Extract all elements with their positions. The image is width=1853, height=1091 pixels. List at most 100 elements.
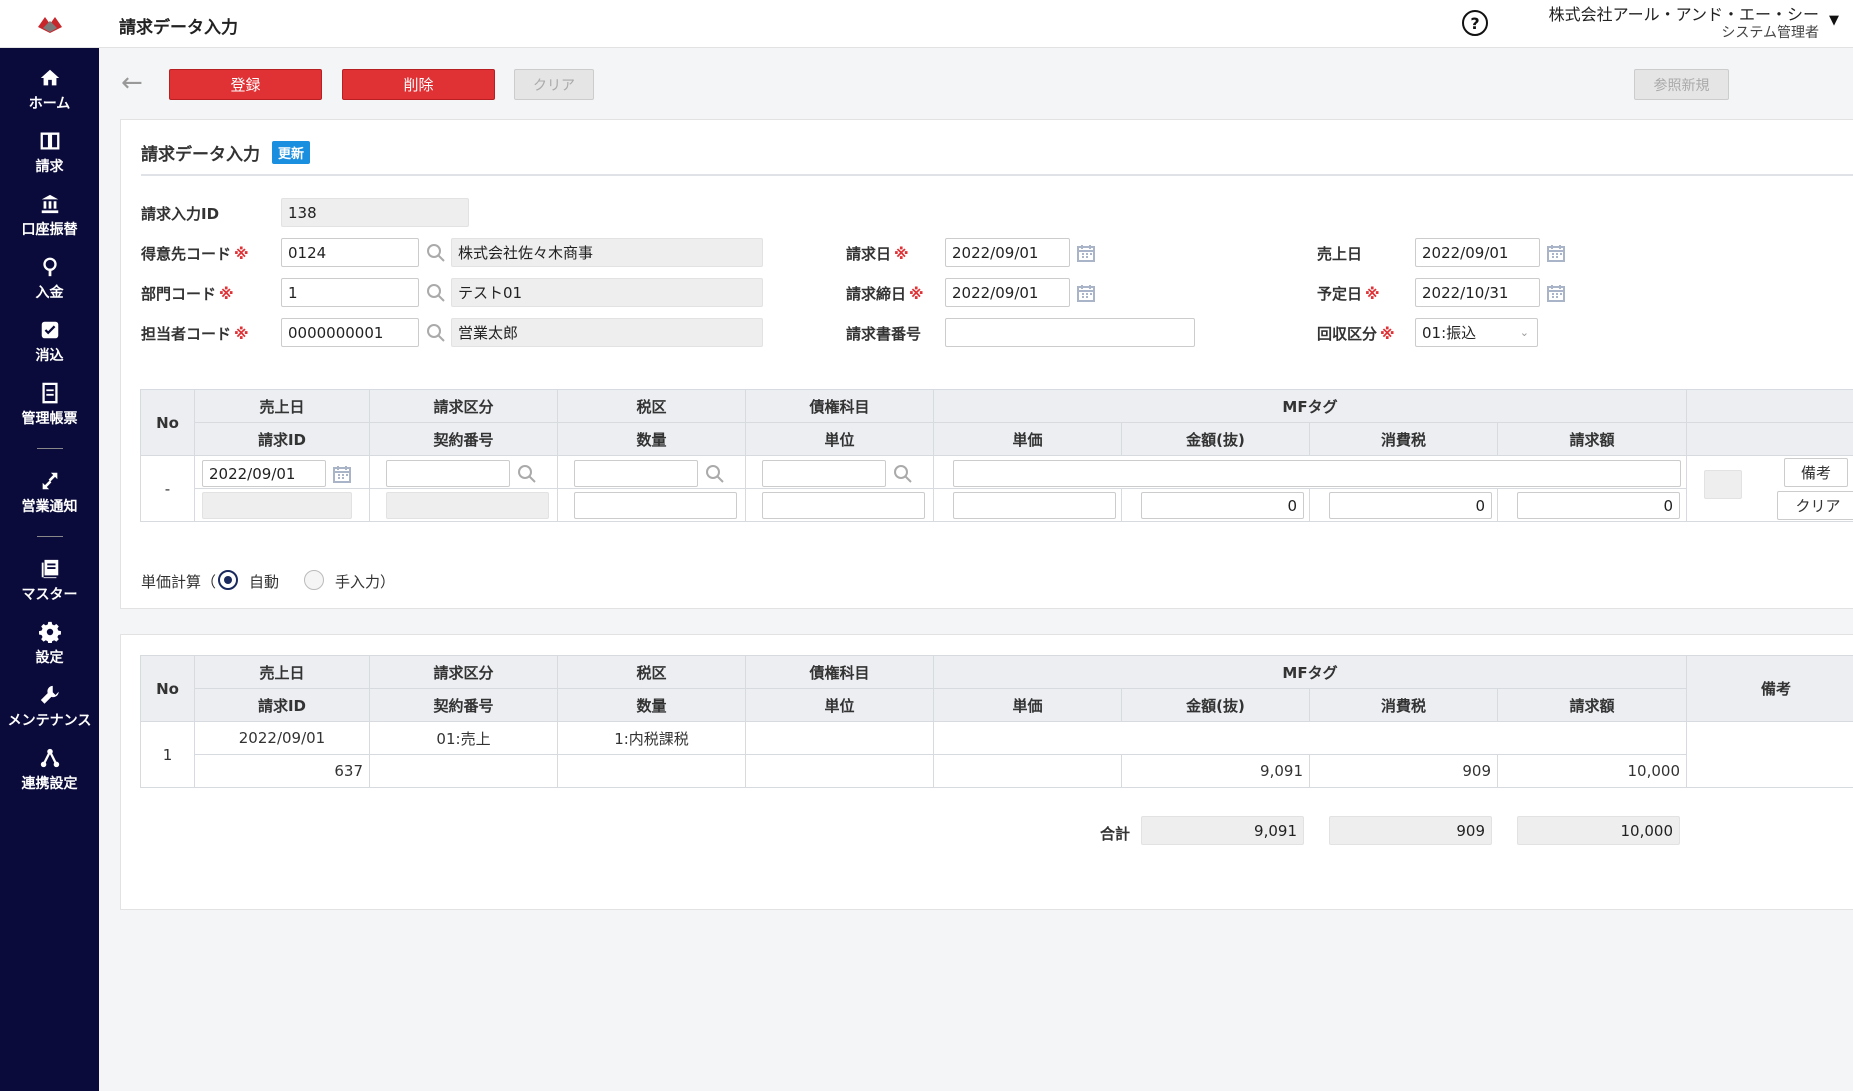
price-calc-label: 単価計算（: [141, 573, 217, 591]
logo-icon: [37, 16, 62, 33]
dept-code-input[interactable]: 1: [281, 278, 419, 307]
entry-account-input[interactable]: [762, 460, 886, 487]
nav-reconcile-label: 消込: [35, 347, 64, 364]
collection-label-text: 回収区分: [1317, 325, 1378, 343]
invoice-no-input[interactable]: [945, 318, 1195, 347]
price-calc-manual-label: 手入力）: [335, 573, 396, 591]
due-date-input[interactable]: 2022/10/31: [1415, 278, 1540, 307]
required-mark: ※: [234, 245, 249, 263]
invoice-date-label: 請求日 ※: [846, 243, 909, 264]
delete-button[interactable]: 削除: [342, 69, 495, 100]
col-tax-type: 税区: [557, 655, 746, 689]
entry-unit-price-input[interactable]: [953, 492, 1116, 519]
row-contract-no[interactable]: [369, 754, 558, 788]
entry-billing-type-input[interactable]: [386, 460, 510, 487]
invoice-date-input[interactable]: 2022/09/01: [945, 238, 1070, 267]
row-invoice-id[interactable]: 637: [194, 754, 370, 788]
row-unit-price[interactable]: [933, 754, 1122, 788]
row-account[interactable]: [745, 721, 934, 755]
lines-panel: No 売上日 請求区分 税区 債権科目 MFタグ 備考 請求ID 契約番号 数量…: [120, 634, 1853, 910]
entry-tax-type-input[interactable]: [574, 460, 698, 487]
calendar-icon[interactable]: [1546, 283, 1566, 303]
row-tax[interactable]: 909: [1309, 754, 1498, 788]
nav-invoice[interactable]: 請求: [0, 121, 99, 184]
copy-new-button[interactable]: 参照新規: [1634, 69, 1729, 100]
calendar-icon[interactable]: [332, 464, 352, 484]
nav-settings[interactable]: 設定: [0, 612, 99, 675]
action-toolbar: ← 登録 削除 クリア 参照新規: [99, 48, 1853, 118]
register-button[interactable]: 登録: [169, 69, 322, 100]
help-icon[interactable]: ?: [1462, 10, 1488, 36]
col-qty: 数量: [557, 688, 746, 722]
nav-deposit[interactable]: 入金: [0, 247, 99, 310]
nav-settings-label: 設定: [35, 649, 64, 666]
col-sales-date: 売上日: [194, 655, 370, 689]
entry-sales-date-input[interactable]: 2022/09/01: [202, 460, 326, 487]
calendar-icon[interactable]: [1546, 243, 1566, 263]
col-amount: 金額(抜): [1121, 688, 1310, 722]
nav-reconcile[interactable]: 消込: [0, 310, 99, 373]
row-billing-type[interactable]: 01:売上: [369, 721, 558, 755]
entry-mf-tag-input[interactable]: [953, 460, 1681, 487]
nav-invoice-label: 請求: [35, 158, 64, 175]
entry-total-input[interactable]: 0: [1517, 492, 1680, 519]
search-icon[interactable]: [426, 243, 446, 263]
nav-sales-notice[interactable]: 営業通知: [0, 461, 99, 524]
user-menu[interactable]: 株式会社アール・アンド・エー・シー システム管理者: [1549, 6, 1819, 42]
calendar-icon[interactable]: [1076, 243, 1096, 263]
row-amount[interactable]: 9,091: [1121, 754, 1310, 788]
collection-select[interactable]: 01:振込 ⌄: [1415, 318, 1538, 347]
entry-no: -: [140, 455, 195, 522]
dept-code-label: 部門コード ※: [141, 283, 234, 304]
row-qty[interactable]: [557, 754, 746, 788]
row-mf-tag[interactable]: [933, 721, 1687, 755]
customer-code-input[interactable]: 0124: [281, 238, 419, 267]
customer-code-label: 得意先コード ※: [141, 243, 249, 264]
row-no[interactable]: 1: [140, 721, 195, 788]
dept-code-label-text: 部門コード: [141, 285, 217, 303]
col-mf-tag: MFタグ: [933, 389, 1687, 423]
entry-unit-input[interactable]: [762, 492, 925, 519]
entry-qty-input[interactable]: [574, 492, 737, 519]
price-calc-auto-radio[interactable]: [218, 570, 238, 590]
price-calc-manual-radio[interactable]: [304, 570, 324, 590]
nav-integration[interactable]: 連携設定: [0, 738, 99, 801]
remarks-button[interactable]: 備考: [1784, 458, 1848, 487]
row-sales-date[interactable]: 2022/09/01: [194, 721, 370, 755]
nav-home[interactable]: ホーム: [0, 58, 99, 121]
due-date-label-text: 予定日: [1317, 285, 1363, 303]
row-unit[interactable]: [745, 754, 934, 788]
nav-reports[interactable]: 管理帳票: [0, 373, 99, 436]
row-tax-type[interactable]: 1:内税課税: [557, 721, 746, 755]
entry-tax-input[interactable]: 0: [1329, 492, 1492, 519]
col-unit: 単位: [745, 422, 934, 456]
nav-deposit-label: 入金: [35, 284, 64, 301]
invoice-date-label-text: 請求日: [846, 245, 892, 263]
back-arrow-icon[interactable]: ←: [121, 70, 143, 96]
search-icon[interactable]: [893, 464, 913, 484]
closing-date-input[interactable]: 2022/09/01: [945, 278, 1070, 307]
nav-account-transfer[interactable]: 口座振替: [0, 184, 99, 247]
entry-amount-input[interactable]: 0: [1141, 492, 1304, 519]
nav-divider: [36, 536, 63, 537]
calendar-icon[interactable]: [1076, 283, 1096, 303]
app-logo[interactable]: [0, 0, 99, 48]
nav-master[interactable]: マスター: [0, 549, 99, 612]
nav-maintenance[interactable]: メンテナンス: [0, 675, 99, 738]
section-title: 請求データ入力 更新: [141, 140, 311, 165]
chevron-down-icon[interactable]: ▼: [1829, 13, 1839, 28]
nav-maintenance-label: メンテナンス: [7, 712, 92, 729]
sales-date-input[interactable]: 2022/09/01: [1415, 238, 1540, 267]
bank-icon: [41, 194, 58, 213]
row-total[interactable]: 10,000: [1497, 754, 1687, 788]
search-icon[interactable]: [705, 464, 725, 484]
nav-integration-label: 連携設定: [21, 775, 78, 792]
clear-button[interactable]: クリア: [514, 69, 594, 100]
entry-clear-button[interactable]: クリア: [1777, 491, 1853, 520]
search-icon[interactable]: [517, 464, 537, 484]
staff-code-input[interactable]: 0000000001: [281, 318, 419, 347]
row-remarks[interactable]: [1686, 721, 1853, 788]
col-account: 債権科目: [745, 389, 934, 423]
search-icon[interactable]: [426, 283, 446, 303]
search-icon[interactable]: [426, 323, 446, 343]
